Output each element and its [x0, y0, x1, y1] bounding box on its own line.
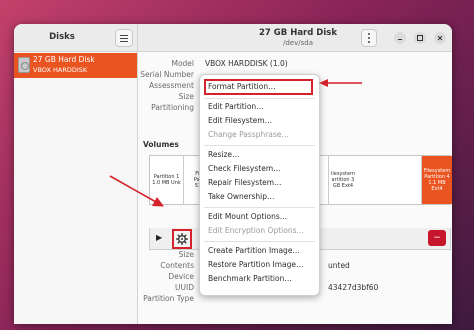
menu-separator [204, 98, 315, 99]
menu-separator [204, 241, 315, 242]
menu-item-create-partition-image[interactable]: Create Partition Image… [208, 246, 300, 255]
menu-item-resize[interactable]: Resize… [208, 150, 240, 159]
volumes-title: Volumes [143, 140, 179, 149]
assessment-label: Assessment [149, 81, 194, 90]
segment-line: ilesystem [331, 170, 355, 177]
contents-value: unted [328, 261, 350, 270]
sidebar-header: Disks [14, 24, 138, 52]
size-label: Size [178, 92, 194, 101]
uuid-value: 43427d3bf60 [328, 283, 379, 292]
arrow-icon [109, 175, 164, 207]
sidebar-item-hard-disk[interactable]: 27 GB Hard Disk VBOX HARDDISK [14, 53, 137, 78]
sidebar-title: Disks [49, 32, 75, 42]
menu-separator [204, 207, 315, 208]
menu-item-format-partition[interactable]: Format Partition… [208, 82, 276, 91]
contents-label: Contents [160, 261, 194, 270]
model-value: VBOX HARDDISK (1.0) [205, 59, 288, 68]
menu-separator [204, 145, 315, 146]
volume-segment-selected[interactable]: Filesystem Partition 4 1.1 MB Ext4 [422, 156, 452, 204]
uuid-label: UUID [175, 283, 194, 292]
menu-item-take-ownership[interactable]: Take Ownership… [208, 192, 275, 201]
volume-size-label: Size [178, 250, 194, 259]
minimize-icon[interactable] [394, 32, 406, 44]
arrow-icon [319, 79, 362, 87]
menu-item-edit-mount-options[interactable]: Edit Mount Options… [208, 212, 287, 221]
hard-disk-icon [18, 57, 30, 73]
menu-item-change-passphrase[interactable]: Change Passphrase… [208, 130, 289, 139]
disk-name: 27 GB Hard Disk [33, 55, 95, 64]
menu-item-check-filesystem[interactable]: Check Filesystem… [208, 164, 281, 173]
gear-icon[interactable] [172, 229, 192, 249]
context-menu: Format Partition… Edit Partition… Edit F… [199, 74, 320, 296]
menu-item-edit-partition[interactable]: Edit Partition… [208, 102, 264, 111]
segment-line: 1.1 MB Ext4 [428, 180, 446, 193]
volume-segment[interactable]: ilesystem artition 3 GB Ext4 [328, 156, 422, 204]
menu-item-restore-partition-image[interactable]: Restore Partition Image… [208, 260, 303, 269]
close-icon[interactable] [434, 32, 446, 44]
delete-partition-button[interactable]: − [428, 230, 446, 246]
partitioning-label: Partitioning [151, 103, 194, 112]
model-label: Model [171, 59, 194, 68]
menu-item-edit-encryption-options[interactable]: Edit Encryption Options… [208, 226, 304, 235]
segment-line: Filesystem [423, 167, 451, 174]
hamburger-menu-icon[interactable] [115, 29, 133, 47]
window-title: 27 GB Hard Disk [259, 28, 337, 38]
play-icon[interactable]: ▶ [156, 233, 162, 242]
menu-item-benchmark-partition[interactable]: Benchmark Partition… [208, 274, 292, 283]
device-label: Device [168, 272, 194, 281]
disk-model: VBOX HARDDISK [33, 66, 88, 74]
window-subtitle: /dev/sda [283, 39, 313, 47]
partition-type-label: Partition Type [143, 294, 194, 303]
vertical-dots-icon[interactable] [361, 29, 377, 47]
header-bar: 27 GB Hard Disk /dev/sda [138, 24, 452, 52]
menu-item-repair-filesystem[interactable]: Repair Filesystem… [208, 178, 282, 187]
segment-line: GB Ext4 [332, 183, 354, 190]
serial-number-label: Serial Number [140, 70, 194, 79]
maximize-icon[interactable] [414, 32, 426, 44]
menu-item-edit-filesystem[interactable]: Edit Filesystem… [208, 116, 272, 125]
